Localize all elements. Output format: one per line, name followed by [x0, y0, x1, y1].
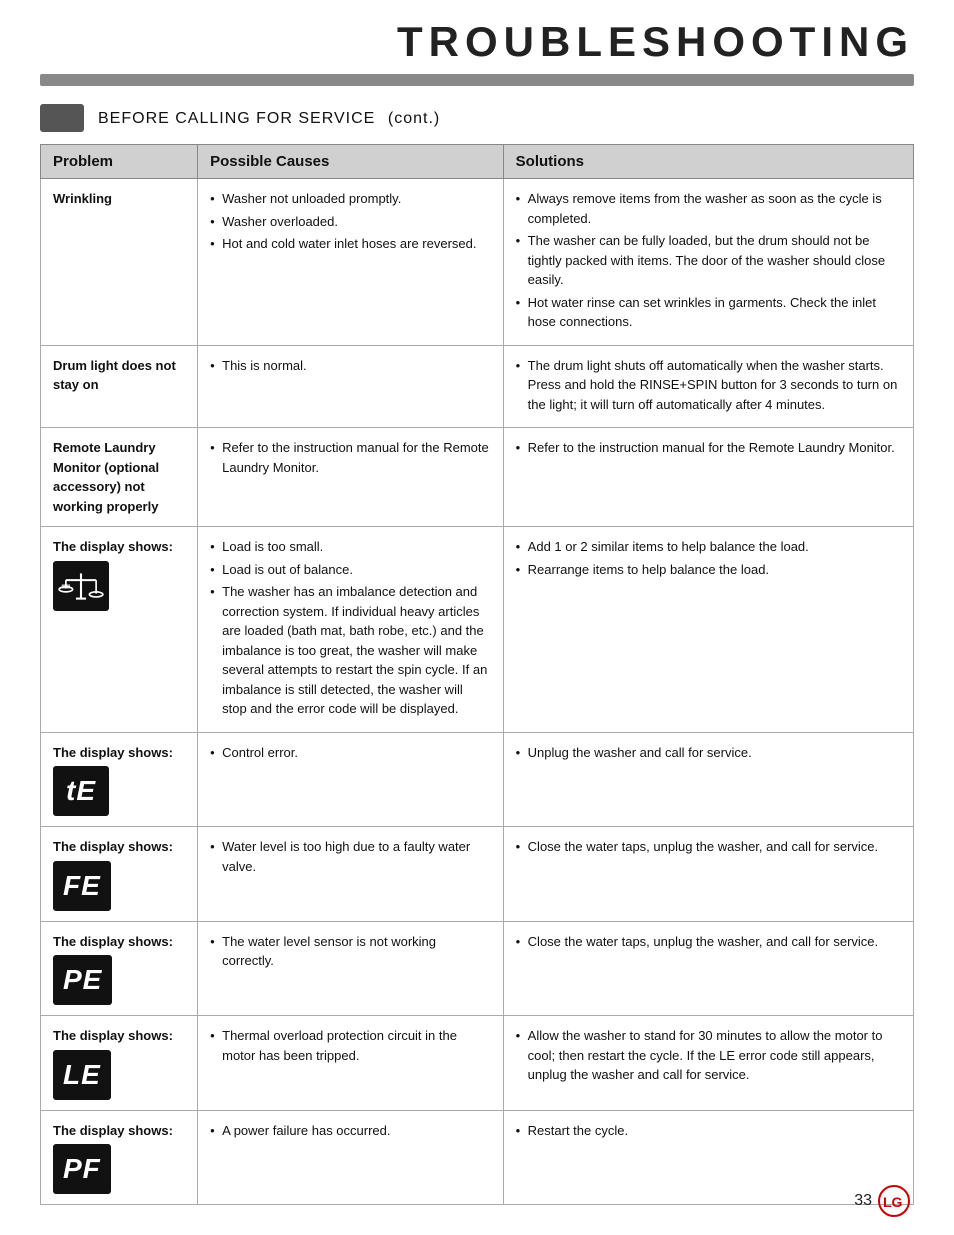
list-item: A power failure has occurred. — [210, 1121, 491, 1141]
list-item: Rearrange items to help balance the load… — [516, 560, 901, 580]
section-heading-text: BEFORE CALLING FOR SERVICE (cont.) — [98, 107, 440, 129]
list-item: Water level is too high due to a faulty … — [210, 837, 491, 876]
list-item: Control error. — [210, 743, 491, 763]
table-row: Remote Laundry Monitor (optional accesso… — [41, 428, 914, 527]
table-row: The display shows: PE The water level se… — [41, 921, 914, 1016]
table-row: Wrinkling Washer not unloaded promptly. … — [41, 179, 914, 346]
problem-cell: Wrinkling — [41, 179, 198, 346]
causes-cell: A power failure has occurred. — [198, 1110, 504, 1205]
causes-cell: Water level is too high due to a faulty … — [198, 827, 504, 922]
list-item: The water level sensor is not working co… — [210, 932, 491, 971]
table-row: Drum light does not stay on This is norm… — [41, 345, 914, 428]
list-item: This is normal. — [210, 356, 491, 376]
list-item: The drum light shuts off automatically w… — [516, 356, 901, 415]
error-code-fe: FE — [53, 861, 111, 911]
list-item: Washer overloaded. — [210, 212, 491, 232]
solutions-cell: Close the water taps, unplug the washer,… — [503, 921, 913, 1016]
causes-cell: Thermal overload protection circuit in t… — [198, 1016, 504, 1111]
svg-text:LG: LG — [883, 1194, 903, 1210]
solutions-cell: The drum light shuts off automatically w… — [503, 345, 913, 428]
problem-cell: The display shows: tE — [41, 732, 198, 827]
problem-cell: The display shows: FE — [41, 827, 198, 922]
list-item: Washer not unloaded promptly. — [210, 189, 491, 209]
list-item: Load is too small. — [210, 537, 491, 557]
causes-cell: Washer not unloaded promptly. Washer ove… — [198, 179, 504, 346]
problem-cell: Remote Laundry Monitor (optional accesso… — [41, 428, 198, 527]
solutions-cell: Unplug the washer and call for service. — [503, 732, 913, 827]
troubleshooting-table: Problem Possible Causes Solutions Wrinkl… — [40, 144, 914, 1205]
page-header: TROUBLESHOOTING — [0, 0, 954, 66]
error-code-te: tE — [53, 766, 109, 816]
list-item: Restart the cycle. — [516, 1121, 901, 1141]
problem-cell: The display shows: PE — [41, 921, 198, 1016]
list-item: The washer has an imbalance detection an… — [210, 582, 491, 719]
solutions-cell: Allow the washer to stand for 30 minutes… — [503, 1016, 913, 1111]
table-row: The display shows: — [41, 527, 914, 733]
list-item: The washer can be fully loaded, but the … — [516, 231, 901, 290]
solutions-cell: Add 1 or 2 similar items to help balance… — [503, 527, 913, 733]
col-causes: Possible Causes — [198, 145, 504, 179]
solutions-cell: Restart the cycle. — [503, 1110, 913, 1205]
page-number: 33 — [854, 1192, 872, 1210]
problem-cell: The display shows: PF — [41, 1110, 198, 1205]
causes-cell: Refer to the instruction manual for the … — [198, 428, 504, 527]
list-item: Refer to the instruction manual for the … — [516, 438, 901, 458]
list-item: Load is out of balance. — [210, 560, 491, 580]
causes-cell: This is normal. — [198, 345, 504, 428]
list-item: Allow the washer to stand for 30 minutes… — [516, 1026, 901, 1085]
section-heading-icon — [40, 104, 84, 132]
list-item: Always remove items from the washer as s… — [516, 189, 901, 228]
title-bar — [40, 74, 914, 86]
table-row: The display shows: PF A power failure ha… — [41, 1110, 914, 1205]
col-problem: Problem — [41, 145, 198, 179]
error-code-le: LE — [53, 1050, 111, 1100]
list-item: Close the water taps, unplug the washer,… — [516, 837, 901, 857]
table-row: The display shows: LE Thermal overload p… — [41, 1016, 914, 1111]
footer: 33 LG — [854, 1185, 910, 1217]
problem-cell: Drum light does not stay on — [41, 345, 198, 428]
page-title: TROUBLESHOOTING — [40, 18, 914, 66]
list-item: Thermal overload protection circuit in t… — [210, 1026, 491, 1065]
balance-icon — [53, 561, 109, 611]
section-heading: BEFORE CALLING FOR SERVICE (cont.) — [40, 104, 914, 132]
causes-cell: The water level sensor is not working co… — [198, 921, 504, 1016]
list-item: Hot and cold water inlet hoses are rever… — [210, 234, 491, 254]
problem-cell: The display shows: — [41, 527, 198, 733]
list-item: Unplug the washer and call for service. — [516, 743, 901, 763]
table-row: The display shows: FE Water level is too… — [41, 827, 914, 922]
table-row: The display shows: tE Control error. Unp… — [41, 732, 914, 827]
solutions-cell: Always remove items from the washer as s… — [503, 179, 913, 346]
list-item: Add 1 or 2 similar items to help balance… — [516, 537, 901, 557]
list-item: Hot water rinse can set wrinkles in garm… — [516, 293, 901, 332]
solutions-cell: Close the water taps, unplug the washer,… — [503, 827, 913, 922]
list-item: Refer to the instruction manual for the … — [210, 438, 491, 477]
error-code-pe: PE — [53, 955, 112, 1005]
causes-cell: Control error. — [198, 732, 504, 827]
problem-cell: The display shows: LE — [41, 1016, 198, 1111]
error-code-pf: PF — [53, 1144, 111, 1194]
lg-logo-icon: LG — [878, 1185, 910, 1217]
col-solutions: Solutions — [503, 145, 913, 179]
solutions-cell: Refer to the instruction manual for the … — [503, 428, 913, 527]
list-item: Close the water taps, unplug the washer,… — [516, 932, 901, 952]
causes-cell: Load is too small. Load is out of balanc… — [198, 527, 504, 733]
